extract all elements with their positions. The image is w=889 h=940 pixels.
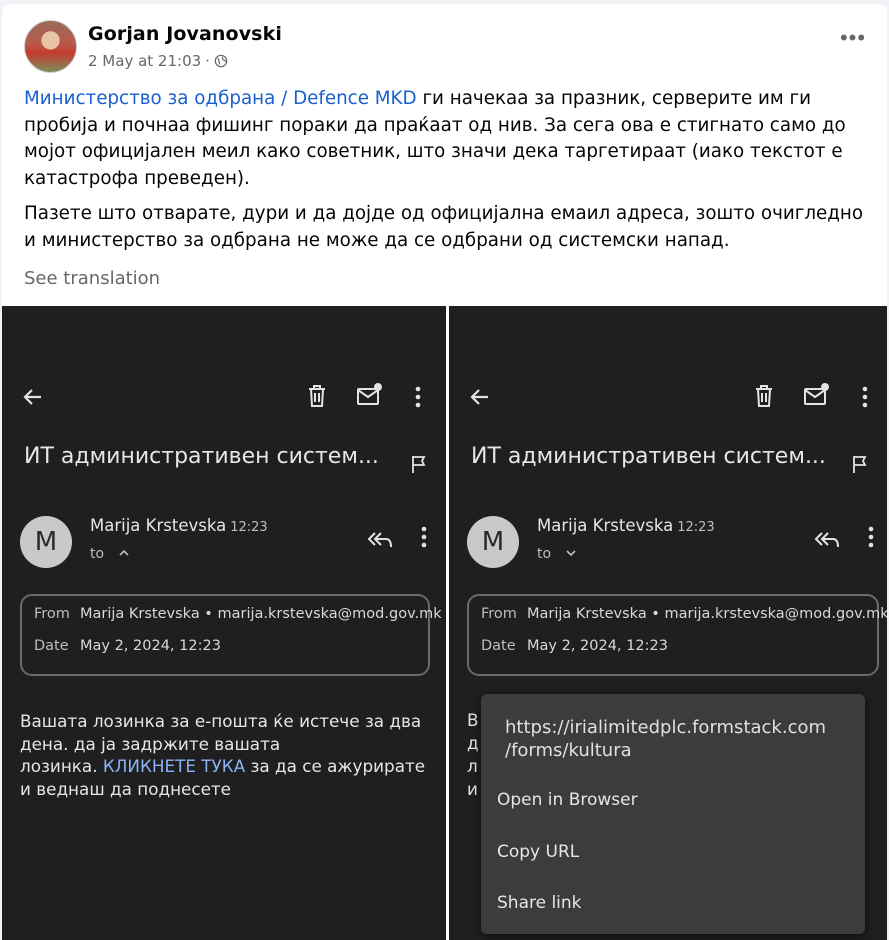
mark-unread-icon — [804, 383, 829, 405]
mark-unread-icon — [357, 383, 382, 405]
mention-link[interactable]: Министерство за одбрана / Defence MKD — [24, 88, 417, 109]
date-value: May 2, 2024, 12:23 — [527, 638, 668, 654]
from-key: From — [481, 606, 517, 622]
date-key: Date — [34, 638, 69, 654]
obscured-body-letter-3: л — [467, 756, 478, 776]
sender-name: Marija Krstevska — [537, 516, 674, 535]
delete-icon — [756, 385, 772, 407]
from-value: Marija Krstevska • marija.krstevska@mod.… — [80, 606, 442, 622]
date-key: Date — [481, 638, 516, 654]
body-line-4: и веднаш да поднесете — [20, 778, 232, 799]
body-line-1: Вашата лозинка за е-пошта ќе истече за д… — [20, 711, 422, 731]
sender-line: Marija Krstevska 12:23 — [90, 516, 268, 535]
reply-all-icon — [814, 532, 839, 548]
email-details-box: From Marija Krstevska • marija.krstevska@… — [20, 594, 442, 676]
open-in-browser-option[interactable]: Open in Browser — [497, 790, 638, 810]
email-subject: ИТ административен систем... — [24, 444, 379, 469]
reply-all-icon — [367, 532, 392, 548]
from-value: Marija Krstevska • marija.krstevska@mod.… — [527, 606, 887, 622]
message-menu-icon — [868, 526, 874, 548]
post-paragraph-1: Министерство за одбрана / Defence MKD ги… — [24, 86, 866, 193]
email-subject: ИТ административен систем... — [471, 444, 826, 469]
flag-icon — [412, 456, 426, 473]
date-value: May 2, 2024, 12:23 — [80, 638, 221, 654]
post-date[interactable]: 2 May at 21:03 — [88, 52, 201, 70]
copy-url-option[interactable]: Copy URL — [497, 842, 579, 862]
post-meta: 2 May at 21:03 · — [88, 52, 228, 70]
overflow-menu-icon — [862, 386, 868, 408]
sender-avatar: M — [20, 516, 72, 568]
body-line-2: дена. да ја задржите вашата — [20, 733, 281, 754]
share-link-option[interactable]: Share link — [497, 893, 582, 913]
from-key: From — [34, 606, 70, 622]
recipients-toggle: to — [90, 546, 131, 562]
author-name[interactable]: Gorjan Jovanovski — [88, 23, 282, 45]
to-label: to — [90, 546, 105, 562]
sender-line: Marija Krstevska 12:23 — [537, 516, 715, 535]
obscured-body-letter-1: В — [467, 710, 479, 730]
back-arrow-icon — [470, 389, 488, 405]
email-details-box: From Marija Krstevska • marija.krstevska@… — [467, 594, 887, 676]
email-body: Вашата лозинка за е-пошта ќе истече за д… — [20, 710, 440, 800]
post-header: Gorjan Jovanovski 2 May at 21:03 · ••• — [24, 18, 865, 74]
body-line-3: лозинка. КЛИКНЕТЕ ТУКА за да се ажурират… — [20, 755, 440, 778]
from-row: From Marija Krstevska • marija.krstevska@… — [481, 606, 887, 622]
back-arrow-icon — [23, 389, 41, 405]
more-options-icon[interactable]: ••• — [838, 27, 868, 52]
link-context-menu: https://irialimitedplc.formstack.com /fo… — [481, 694, 865, 934]
obscured-body-letter-2: д — [467, 733, 479, 753]
post-text: Министерство за одбрана / Defence MKD ги… — [24, 86, 866, 262]
obscured-body-letter-4: и — [467, 779, 478, 799]
chevron-up-icon — [118, 549, 129, 556]
link-url: https://irialimitedplc.formstack.com /fo… — [505, 716, 826, 762]
phishing-link: КЛИКНЕТЕ ТУКА — [102, 756, 246, 776]
link-url-line-1: https://irialimitedplc.formstack.com — [505, 717, 827, 738]
from-row: From Marija Krstevska • marija.krstevska@… — [34, 606, 442, 622]
meta-separator: · — [205, 52, 210, 70]
date-row: Date May 2, 2024, 12:23 — [481, 638, 668, 654]
flag-icon — [853, 456, 867, 473]
globe-icon — [214, 54, 228, 68]
sender-name: Marija Krstevska — [90, 516, 227, 535]
post-paragraph-2: Пазете што отварате, дури и да дојде од … — [24, 202, 864, 251]
recipients-toggle: to — [537, 546, 578, 562]
author-avatar[interactable] — [24, 20, 77, 73]
to-label: to — [537, 546, 552, 562]
post-card: Gorjan Jovanovski 2 May at 21:03 · ••• М… — [2, 4, 887, 940]
chevron-down-icon — [565, 550, 576, 557]
email-time: 12:23 — [677, 520, 715, 535]
see-translation-link[interactable]: See translation — [24, 268, 160, 289]
message-menu-icon — [421, 526, 427, 548]
screenshot-email[interactable]: ИТ административен систем... M Marija Kr… — [2, 306, 446, 940]
sender-avatar: M — [467, 516, 519, 568]
post-images: ИТ административен систем... M Marija Kr… — [2, 306, 887, 940]
body-line-3-pre: лозинка. — [20, 756, 103, 776]
screenshot-link-menu[interactable]: ИТ административен систем... M Marija Kr… — [449, 306, 887, 940]
body-line-3-post: за да се ажурирате — [245, 756, 426, 776]
delete-icon — [309, 385, 325, 407]
email-time: 12:23 — [230, 520, 268, 535]
overflow-menu-icon — [415, 386, 421, 408]
link-url-line-2: /forms/kultura — [505, 740, 632, 761]
date-row: Date May 2, 2024, 12:23 — [34, 638, 221, 654]
